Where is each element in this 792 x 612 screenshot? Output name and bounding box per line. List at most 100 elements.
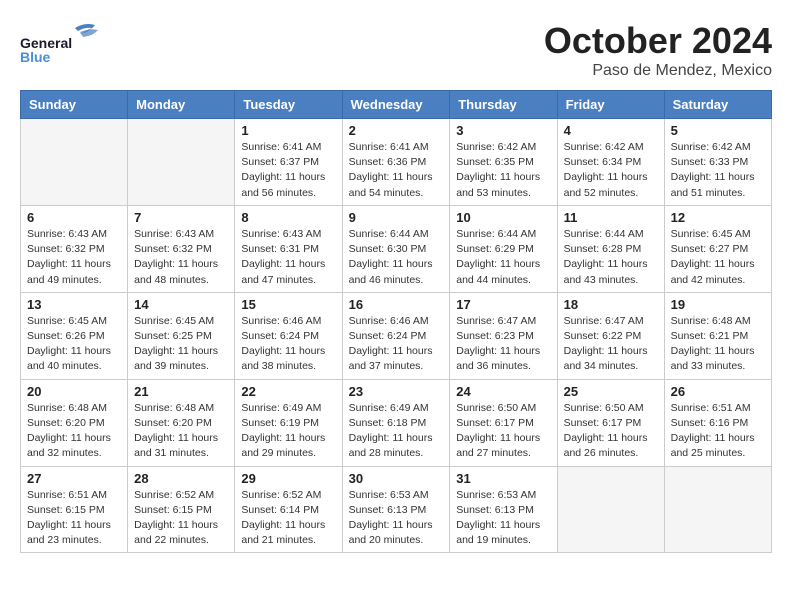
svg-text:Blue: Blue xyxy=(20,49,51,65)
day-info: Sunrise: 6:52 AMSunset: 6:15 PMDaylight:… xyxy=(134,488,228,549)
day-info: Sunrise: 6:51 AMSunset: 6:15 PMDaylight:… xyxy=(27,488,121,549)
calendar-cell: 16 Sunrise: 6:46 AMSunset: 6:24 PMDayligh… xyxy=(342,292,450,379)
day-number: 16 xyxy=(349,297,444,312)
calendar-cell: 14Sunrise: 6:45 AMSunset: 6:25 PMDayligh… xyxy=(128,292,235,379)
calendar-cell: 12 Sunrise: 6:45 AMSunset: 6:27 PMDayligh… xyxy=(664,205,771,292)
day-header-friday: Friday xyxy=(557,91,664,119)
calendar-table: SundayMondayTuesdayWednesdayThursdayFrid… xyxy=(20,90,772,553)
day-number: 9 xyxy=(349,210,444,225)
day-info: Sunrise: 6:42 AMSunset: 6:34 PMDaylight:… xyxy=(564,140,658,201)
calendar-cell: 2 Sunrise: 6:41 AMSunset: 6:36 PMDaylight… xyxy=(342,119,450,206)
day-info: Sunrise: 6:47 AMSunset: 6:22 PMDaylight:… xyxy=(564,314,658,375)
day-number: 20 xyxy=(27,384,121,399)
day-info: Sunrise: 6:48 AMSunset: 6:20 PMDaylight:… xyxy=(134,401,228,462)
day-info: Sunrise: 6:46 AMSunset: 6:24 PMDaylight:… xyxy=(241,314,335,375)
day-info: Sunrise: 6:52 AMSunset: 6:14 PMDaylight:… xyxy=(241,488,335,549)
day-number: 30 xyxy=(349,471,444,486)
calendar-header-row: SundayMondayTuesdayWednesdayThursdayFrid… xyxy=(21,91,772,119)
calendar-cell: 17Sunrise: 6:47 AMSunset: 6:23 PMDayligh… xyxy=(450,292,557,379)
calendar-cell: 29 Sunrise: 6:52 AMSunset: 6:14 PMDayligh… xyxy=(235,466,342,553)
day-number: 10 xyxy=(456,210,550,225)
day-number: 1 xyxy=(241,123,335,138)
calendar-cell: 5 Sunrise: 6:42 AMSunset: 6:33 PMDaylight… xyxy=(664,119,771,206)
location-title: Paso de Mendez, Mexico xyxy=(544,62,772,80)
day-info: Sunrise: 6:47 AMSunset: 6:23 PMDaylight:… xyxy=(456,314,550,375)
day-info: Sunrise: 6:42 AMSunset: 6:33 PMDaylight:… xyxy=(671,140,765,201)
calendar-week-3: 20 Sunrise: 6:48 AMSunset: 6:20 PMDayligh… xyxy=(21,379,772,466)
day-number: 23 xyxy=(349,384,444,399)
day-info: Sunrise: 6:50 AMSunset: 6:17 PMDaylight:… xyxy=(564,401,658,462)
day-number: 12 xyxy=(671,210,765,225)
day-number: 26 xyxy=(671,384,765,399)
calendar-cell xyxy=(557,466,664,553)
day-number: 13 xyxy=(27,297,121,312)
day-number: 19 xyxy=(671,297,765,312)
day-info: Sunrise: 6:43 AMSunset: 6:32 PMDaylight:… xyxy=(27,227,121,288)
day-number: 15 xyxy=(241,297,335,312)
day-info: Sunrise: 6:53 AMSunset: 6:13 PMDaylight:… xyxy=(349,488,444,549)
calendar-cell: 1 Sunrise: 6:41 AMSunset: 6:37 PMDaylight… xyxy=(235,119,342,206)
calendar-cell: 28 Sunrise: 6:52 AMSunset: 6:15 PMDayligh… xyxy=(128,466,235,553)
day-info: Sunrise: 6:48 AMSunset: 6:21 PMDaylight:… xyxy=(671,314,765,375)
calendar-cell: 7Sunrise: 6:43 AMSunset: 6:32 PMDaylight… xyxy=(128,205,235,292)
logo: General Blue xyxy=(20,20,110,65)
calendar-cell: 20Sunrise: 6:48 AMSunset: 6:20 PMDayligh… xyxy=(21,379,128,466)
day-info: Sunrise: 6:51 AMSunset: 6:16 PMDaylight:… xyxy=(671,401,765,462)
day-number: 5 xyxy=(671,123,765,138)
day-number: 8 xyxy=(241,210,335,225)
day-number: 22 xyxy=(241,384,335,399)
calendar-cell: 10Sunrise: 6:44 AMSunset: 6:29 PMDayligh… xyxy=(450,205,557,292)
calendar-cell: 15 Sunrise: 6:46 AMSunset: 6:24 PMDayligh… xyxy=(235,292,342,379)
day-info: Sunrise: 6:53 AMSunset: 6:13 PMDaylight:… xyxy=(456,488,550,549)
day-info: Sunrise: 6:42 AMSunset: 6:35 PMDaylight:… xyxy=(456,140,550,201)
day-number: 28 xyxy=(134,471,228,486)
day-number: 2 xyxy=(349,123,444,138)
calendar-cell: 24Sunrise: 6:50 AMSunset: 6:17 PMDayligh… xyxy=(450,379,557,466)
calendar-cell: 4 Sunrise: 6:42 AMSunset: 6:34 PMDaylight… xyxy=(557,119,664,206)
day-number: 24 xyxy=(456,384,550,399)
day-header-monday: Monday xyxy=(128,91,235,119)
calendar-week-1: 6 Sunrise: 6:43 AMSunset: 6:32 PMDaylight… xyxy=(21,205,772,292)
calendar-cell: 11 Sunrise: 6:44 AMSunset: 6:28 PMDayligh… xyxy=(557,205,664,292)
calendar-cell xyxy=(664,466,771,553)
day-header-wednesday: Wednesday xyxy=(342,91,450,119)
title-block: October 2024 Paso de Mendez, Mexico xyxy=(544,20,772,80)
calendar-cell: 3 Sunrise: 6:42 AMSunset: 6:35 PMDaylight… xyxy=(450,119,557,206)
calendar-cell xyxy=(128,119,235,206)
calendar-week-0: 1 Sunrise: 6:41 AMSunset: 6:37 PMDaylight… xyxy=(21,119,772,206)
day-number: 3 xyxy=(456,123,550,138)
calendar-cell: 18 Sunrise: 6:47 AMSunset: 6:22 PMDayligh… xyxy=(557,292,664,379)
day-info: Sunrise: 6:49 AMSunset: 6:18 PMDaylight:… xyxy=(349,401,444,462)
calendar-week-4: 27 Sunrise: 6:51 AMSunset: 6:15 PMDayligh… xyxy=(21,466,772,553)
day-header-thursday: Thursday xyxy=(450,91,557,119)
day-info: Sunrise: 6:44 AMSunset: 6:28 PMDaylight:… xyxy=(564,227,658,288)
day-number: 4 xyxy=(564,123,658,138)
day-info: Sunrise: 6:43 AMSunset: 6:31 PMDaylight:… xyxy=(241,227,335,288)
day-number: 7 xyxy=(134,210,228,225)
day-info: Sunrise: 6:45 AMSunset: 6:27 PMDaylight:… xyxy=(671,227,765,288)
day-number: 31 xyxy=(456,471,550,486)
day-number: 27 xyxy=(27,471,121,486)
day-number: 18 xyxy=(564,297,658,312)
day-number: 25 xyxy=(564,384,658,399)
day-number: 21 xyxy=(134,384,228,399)
day-number: 29 xyxy=(241,471,335,486)
day-number: 11 xyxy=(564,210,658,225)
day-info: Sunrise: 6:41 AMSunset: 6:37 PMDaylight:… xyxy=(241,140,335,201)
day-info: Sunrise: 6:49 AMSunset: 6:19 PMDaylight:… xyxy=(241,401,335,462)
calendar-cell xyxy=(21,119,128,206)
day-number: 6 xyxy=(27,210,121,225)
day-info: Sunrise: 6:45 AMSunset: 6:26 PMDaylight:… xyxy=(27,314,121,375)
calendar-cell: 13 Sunrise: 6:45 AMSunset: 6:26 PMDayligh… xyxy=(21,292,128,379)
calendar-cell: 8 Sunrise: 6:43 AMSunset: 6:31 PMDaylight… xyxy=(235,205,342,292)
calendar-cell: 26 Sunrise: 6:51 AMSunset: 6:16 PMDayligh… xyxy=(664,379,771,466)
calendar-week-2: 13 Sunrise: 6:45 AMSunset: 6:26 PMDayligh… xyxy=(21,292,772,379)
calendar-cell: 21 Sunrise: 6:48 AMSunset: 6:20 PMDayligh… xyxy=(128,379,235,466)
day-info: Sunrise: 6:44 AMSunset: 6:30 PMDaylight:… xyxy=(349,227,444,288)
page-header: General Blue October 2024 Paso de Mendez… xyxy=(20,20,772,80)
day-header-tuesday: Tuesday xyxy=(235,91,342,119)
day-info: Sunrise: 6:41 AMSunset: 6:36 PMDaylight:… xyxy=(349,140,444,201)
calendar-cell: 27 Sunrise: 6:51 AMSunset: 6:15 PMDayligh… xyxy=(21,466,128,553)
calendar-cell: 19 Sunrise: 6:48 AMSunset: 6:21 PMDayligh… xyxy=(664,292,771,379)
day-info: Sunrise: 6:46 AMSunset: 6:24 PMDaylight:… xyxy=(349,314,444,375)
